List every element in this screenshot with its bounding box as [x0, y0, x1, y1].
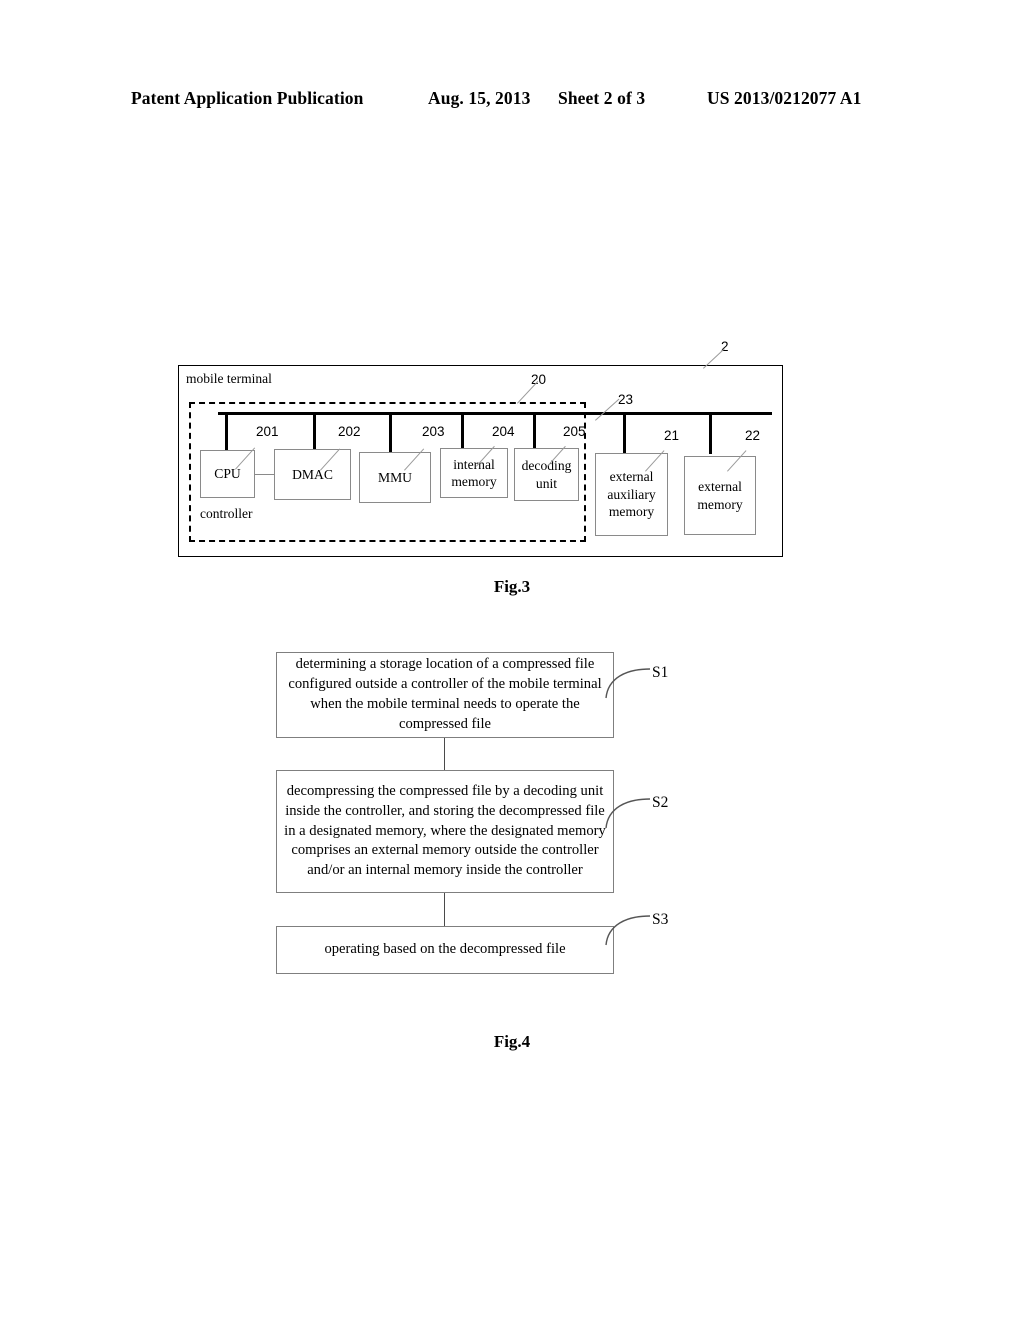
bus-stub-cpu — [225, 412, 229, 454]
block-dmac-label: DMAC — [292, 466, 333, 482]
figure-4-caption: Fig.4 — [493, 1032, 531, 1051]
system-bus — [218, 412, 772, 416]
controller-label: controller — [200, 506, 253, 521]
bus-stub-mmu — [389, 412, 393, 454]
step-label-s1: S1 — [652, 664, 669, 681]
bus-stub-external-memory — [709, 412, 713, 454]
ref-numeral-203: 203 — [422, 424, 445, 439]
flow-step-s2-text: decompressing the compressed file by a d… — [284, 782, 606, 879]
block-decoding-unit-label: decoding unit — [521, 458, 572, 491]
block-external-memory[interactable]: external memory — [684, 456, 756, 535]
ref-numeral-22: 22 — [745, 428, 761, 443]
figure-3-caption: Fig.3 — [493, 577, 531, 596]
ref-numeral-2: 2 — [721, 339, 729, 354]
ref-numeral-23: 23 — [618, 392, 634, 407]
step-label-s3: S3 — [652, 911, 669, 928]
flow-step-s1-text: determining a storage location of a comp… — [288, 656, 602, 732]
figure-3: mobile terminal 2 controller 20 23 CPU D… — [0, 0, 1024, 620]
mobile-terminal-label: mobile terminal — [186, 371, 272, 386]
block-external-auxiliary-memory[interactable]: external auxiliary memory — [595, 453, 668, 536]
connector-cpu-dmac — [254, 474, 275, 475]
flow-step-s1[interactable]: determining a storage location of a comp… — [276, 652, 614, 738]
flow-connector-s2-s3 — [444, 893, 446, 926]
leader-curve-s1 — [605, 668, 651, 699]
ref-numeral-201: 201 — [256, 424, 279, 439]
leader-curve-s3 — [605, 915, 651, 946]
block-internal-memory-label: internal memory — [451, 456, 497, 489]
flow-step-s3[interactable]: operating based on the decompressed file — [276, 926, 614, 974]
ref-numeral-204: 204 — [492, 424, 515, 439]
block-mmu[interactable]: MMU — [359, 452, 431, 503]
flow-step-s2[interactable]: decompressing the compressed file by a d… — [276, 770, 614, 893]
block-decoding-unit[interactable]: decoding unit — [514, 448, 579, 501]
ref-numeral-21: 21 — [664, 428, 680, 443]
block-internal-memory[interactable]: internal memory — [440, 448, 508, 498]
step-label-s2: S2 — [652, 794, 669, 811]
block-external-auxiliary-memory-label: external auxiliary memory — [607, 469, 656, 520]
ref-numeral-205: 205 — [563, 424, 586, 439]
block-external-memory-label: external memory — [697, 479, 743, 512]
flow-connector-s1-s2 — [444, 738, 446, 770]
ref-numeral-202: 202 — [338, 424, 361, 439]
block-cpu-label: CPU — [214, 466, 241, 482]
leader-curve-s2 — [605, 798, 651, 829]
block-dmac[interactable]: DMAC — [274, 449, 351, 500]
bus-stub-internal-memory — [461, 412, 465, 450]
block-mmu-label: MMU — [378, 469, 412, 485]
bus-stub-decoding-unit — [533, 412, 537, 450]
flow-step-s3-text: operating based on the decompressed file — [324, 941, 566, 958]
bus-stub-external-auxiliary-memory — [623, 412, 627, 454]
bus-stub-dmac — [313, 412, 317, 454]
